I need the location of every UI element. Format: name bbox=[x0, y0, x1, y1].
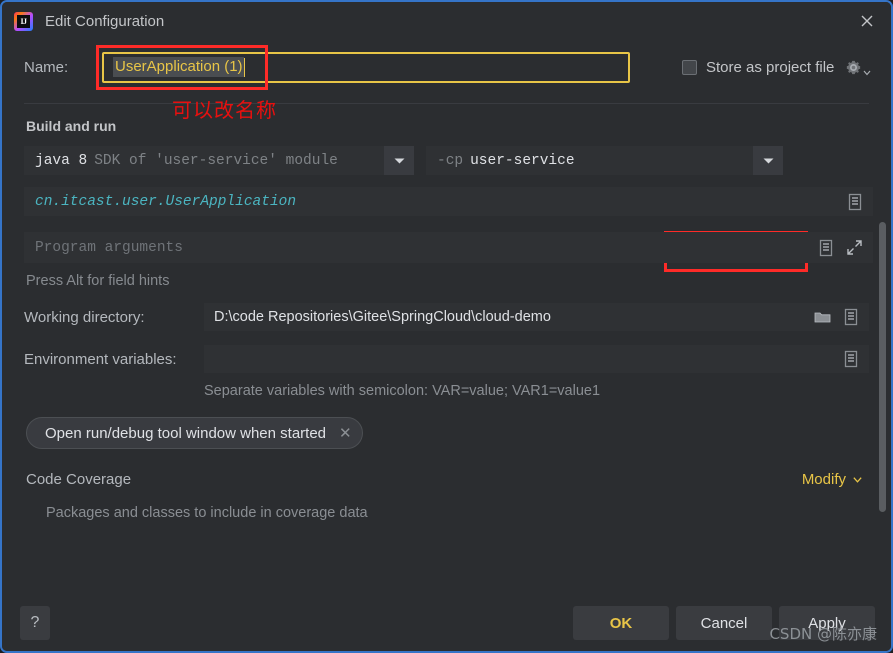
store-as-project-file-checkbox[interactable] bbox=[682, 59, 697, 75]
edit-configuration-dialog: IJ Edit Configuration Name: UserApplicat… bbox=[0, 0, 893, 653]
expand-list-icon[interactable] bbox=[818, 239, 834, 257]
title-bar: IJ Edit Configuration bbox=[2, 2, 891, 41]
chevron-down-icon bbox=[763, 158, 773, 163]
help-button[interactable]: ? bbox=[20, 606, 50, 640]
folder-icon[interactable] bbox=[814, 310, 831, 325]
apply-button[interactable]: Apply bbox=[779, 606, 875, 640]
sdk-classpath-row: java 8 SDK of 'user-service' module -cp … bbox=[24, 146, 869, 175]
name-label: Name: bbox=[24, 58, 69, 76]
code-coverage-modify-link[interactable]: Modify bbox=[802, 471, 863, 488]
code-coverage-modify-label: Modify bbox=[801, 471, 846, 488]
chevron-down-icon bbox=[394, 158, 404, 163]
code-coverage-header: Code Coverage Modify bbox=[26, 471, 863, 488]
program-arguments-placeholder: Program arguments bbox=[35, 239, 183, 256]
dialog-title: Edit Configuration bbox=[45, 13, 165, 30]
name-input[interactable]: UserApplication (1) bbox=[102, 51, 630, 83]
ok-button[interactable]: OK bbox=[573, 606, 669, 640]
main-class-input[interactable]: cn.itcast.user.UserApplication bbox=[24, 187, 873, 216]
sdk-primary-label: java 8 bbox=[35, 152, 88, 169]
working-directory-value: D:\code Repositories\Gitee\SpringCloud\c… bbox=[214, 309, 551, 325]
environment-variables-hint: Separate variables with semicolon: VAR=v… bbox=[204, 383, 601, 399]
expand-editor-icon[interactable] bbox=[846, 239, 863, 256]
environment-variables-label: Environment variables: bbox=[24, 350, 177, 368]
expand-list-icon[interactable] bbox=[843, 350, 859, 368]
program-arguments-input[interactable]: Program arguments bbox=[24, 232, 873, 263]
close-button[interactable] bbox=[843, 2, 891, 39]
classpath-dropdown-button[interactable] bbox=[753, 146, 783, 175]
cancel-button[interactable]: Cancel bbox=[676, 606, 772, 640]
intellij-idea-logo-icon: IJ bbox=[14, 12, 33, 31]
build-and-run-title: Build and run bbox=[26, 118, 117, 134]
expand-list-icon[interactable] bbox=[843, 308, 859, 326]
environment-variables-row: Environment variables: bbox=[24, 345, 869, 373]
gear-icon bbox=[847, 60, 861, 74]
working-directory-icons bbox=[814, 308, 859, 326]
code-coverage-title: Code Coverage bbox=[26, 471, 132, 488]
name-row: Name: UserApplication (1) Store as proje… bbox=[2, 41, 891, 90]
main-class-icons bbox=[847, 193, 863, 211]
classpath-module: user-service bbox=[470, 152, 575, 169]
chevron-down-icon bbox=[863, 70, 871, 75]
chevron-down-icon bbox=[853, 477, 862, 483]
content-scrollbar[interactable] bbox=[879, 222, 886, 512]
working-directory-row: Working directory: D:\code Repositories\… bbox=[24, 303, 869, 331]
expand-list-icon[interactable] bbox=[847, 193, 863, 211]
working-directory-input[interactable]: D:\code Repositories\Gitee\SpringCloud\c… bbox=[204, 303, 869, 331]
program-arguments-icons bbox=[818, 239, 863, 257]
run-debug-tool-window-chip[interactable]: Open run/debug tool window when started … bbox=[26, 417, 363, 449]
name-input-wrapper: UserApplication (1) bbox=[96, 44, 630, 90]
project-file-settings-button[interactable] bbox=[844, 58, 871, 77]
sdk-secondary-label: SDK of 'user-service' module bbox=[94, 152, 338, 169]
sdk-dropdown-button[interactable] bbox=[384, 146, 414, 175]
action-buttons: OK Cancel Apply bbox=[573, 606, 875, 640]
chip-label: Open run/debug tool window when started bbox=[45, 424, 327, 442]
dialog-button-bar: ? OK Cancel Apply bbox=[2, 595, 891, 651]
text-caret bbox=[243, 57, 245, 77]
main-class-value: cn.itcast.user.UserApplication bbox=[35, 193, 297, 210]
configuration-content: Build and run Modify options Alt+M java … bbox=[2, 104, 891, 577]
working-directory-label: Working directory: bbox=[24, 308, 145, 326]
sdk-combobox[interactable]: java 8 SDK of 'user-service' module bbox=[24, 146, 414, 175]
classpath-flag: -cp bbox=[437, 152, 464, 169]
environment-variables-icons bbox=[843, 350, 859, 368]
chip-remove-icon[interactable]: ✕ bbox=[339, 426, 352, 441]
store-as-project-file-row: Store as project file bbox=[682, 58, 871, 77]
classpath-combobox[interactable]: -cp user-service bbox=[426, 146, 783, 175]
environment-variables-input[interactable] bbox=[204, 345, 869, 373]
code-coverage-sub-text: Packages and classes to include in cover… bbox=[46, 505, 368, 521]
field-hints-text: Press Alt for field hints bbox=[26, 273, 170, 289]
name-input-value: UserApplication (1) bbox=[113, 57, 244, 77]
close-icon bbox=[861, 15, 873, 26]
store-as-project-file-label: Store as project file bbox=[706, 58, 835, 76]
